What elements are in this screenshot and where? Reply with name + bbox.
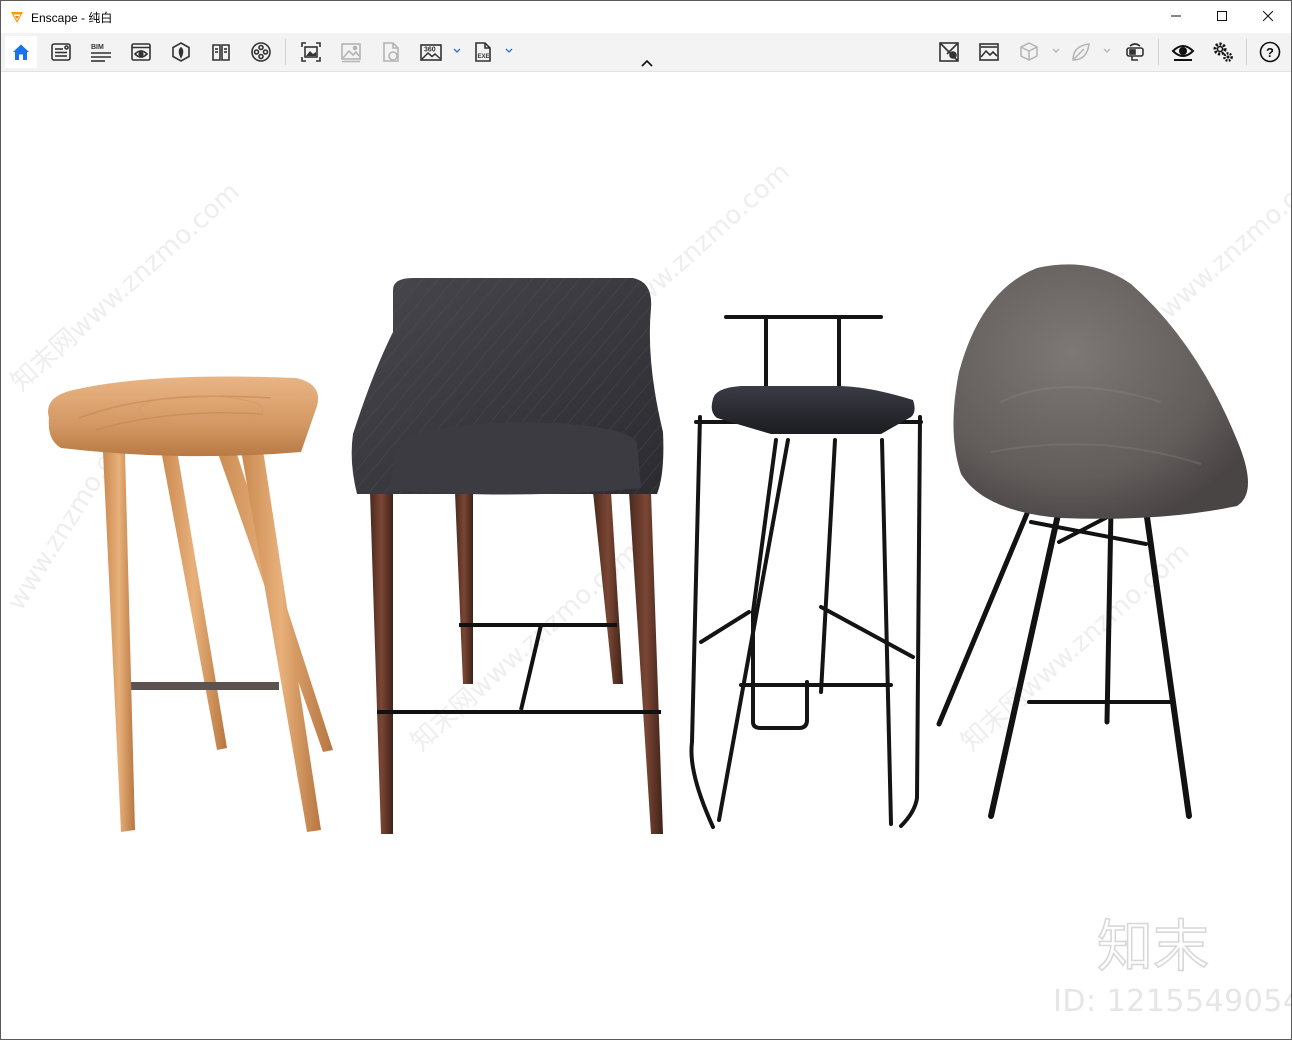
close-icon (1263, 11, 1273, 21)
svg-text:知末网www.znzmo.com: 知末网www.znzmo.com (956, 537, 1196, 757)
enscape-window: Enscape - 纯白 BIM 360 EXE ? 知末网www.znzmo.… (0, 0, 1292, 1040)
site-context-button[interactable] (933, 36, 965, 68)
leaf-icon (1072, 43, 1090, 61)
close-button[interactable] (1245, 1, 1291, 31)
chevron-down-icon (505, 48, 513, 53)
info-panel-button[interactable] (45, 36, 77, 68)
panorama-dropdown-caret[interactable] (452, 43, 462, 59)
web-standalone-icon (383, 42, 399, 62)
leaf-dropdown-caret[interactable] (1102, 43, 1112, 59)
settings-gears-icon (1213, 42, 1233, 62)
atmosphere-icon (979, 43, 999, 61)
toolbar-separator (1158, 39, 1159, 65)
maximize-button[interactable] (1199, 1, 1245, 31)
maximize-icon (1217, 11, 1227, 21)
bim-button[interactable]: BIM (85, 36, 117, 68)
bim-icon: BIM (91, 44, 111, 62)
settings-button[interactable] (1207, 36, 1239, 68)
minimize-icon (1171, 15, 1181, 17)
help-button[interactable]: ? (1254, 36, 1286, 68)
eye-icon (1171, 45, 1195, 61)
exe-export-icon: EXE (475, 42, 491, 62)
panorama-360-icon: 360 (420, 44, 442, 61)
svg-text:知末: 知末 (1097, 915, 1209, 974)
watermark-logo: 知末 (1097, 914, 1210, 974)
home-button[interactable] (5, 36, 37, 68)
export-dropdown-caret[interactable] (504, 43, 514, 59)
metal-stool-cushion (711, 386, 915, 434)
exe-export-button[interactable]: EXE (467, 36, 499, 68)
atmosphere-button[interactable] (973, 36, 1005, 68)
help-icon: ? (1259, 41, 1281, 63)
batch-render-icon (341, 43, 361, 63)
screenshot-icon (301, 42, 321, 62)
panorama-360-button[interactable]: 360 (415, 36, 447, 68)
vr-headset-icon (1126, 43, 1144, 61)
batch-render-button[interactable] (335, 36, 367, 68)
site-context-icon (939, 42, 959, 62)
enscape-logo-icon (11, 12, 23, 23)
svg-text:EXE: EXE (478, 54, 490, 60)
video-editor-button[interactable] (245, 36, 277, 68)
window-title: Enscape - 纯白 (31, 10, 113, 25)
web-standalone-button[interactable] (375, 36, 407, 68)
cube-view-icon (1020, 42, 1038, 61)
svg-text:BIM: BIM (91, 44, 104, 51)
home-icon (13, 44, 29, 60)
collapse-toolbar-button[interactable] (637, 56, 657, 70)
chevron-down-icon (453, 48, 461, 53)
eye-button[interactable] (1167, 36, 1199, 68)
watermark-id: ID: 1215549054 (1053, 984, 1291, 1019)
info-panel-icon (51, 43, 71, 61)
scene-render: 知末网www.znzmo.com 知末网www.znzmo.com 知末网www… (1, 157, 1291, 834)
leaf-button[interactable] (1065, 36, 1097, 68)
svg-text:360: 360 (424, 47, 436, 54)
svg-text:?: ? (1266, 45, 1274, 60)
view-management-icon (131, 43, 151, 61)
asset-library-button[interactable] (165, 36, 197, 68)
svg-text:知末网www.znzmo.com: 知末网www.znzmo.com (6, 177, 246, 397)
screenshot-button[interactable] (295, 36, 327, 68)
view-management-button[interactable] (125, 36, 157, 68)
asset-library-icon (172, 42, 190, 62)
chevron-down-icon (1052, 48, 1060, 53)
toolbar-separator (285, 39, 286, 65)
minimize-button[interactable] (1153, 1, 1199, 31)
material-editor-button[interactable] (205, 36, 237, 68)
title-bar[interactable]: Enscape - 纯白 (1, 1, 1291, 33)
chevron-down-icon (1103, 48, 1111, 53)
toolbar-separator (1246, 39, 1247, 65)
material-editor-icon (212, 44, 230, 61)
chevron-up-icon (641, 59, 653, 67)
wooden-bar-stool (48, 376, 333, 832)
cube-view-button[interactable] (1013, 36, 1045, 68)
video-editor-icon (251, 42, 271, 62)
render-viewport[interactable]: 知末网www.znzmo.com 知末网www.znzmo.com 知末网www… (1, 72, 1291, 1039)
cube-dropdown-caret[interactable] (1051, 43, 1061, 59)
vr-headset-button[interactable] (1119, 36, 1151, 68)
